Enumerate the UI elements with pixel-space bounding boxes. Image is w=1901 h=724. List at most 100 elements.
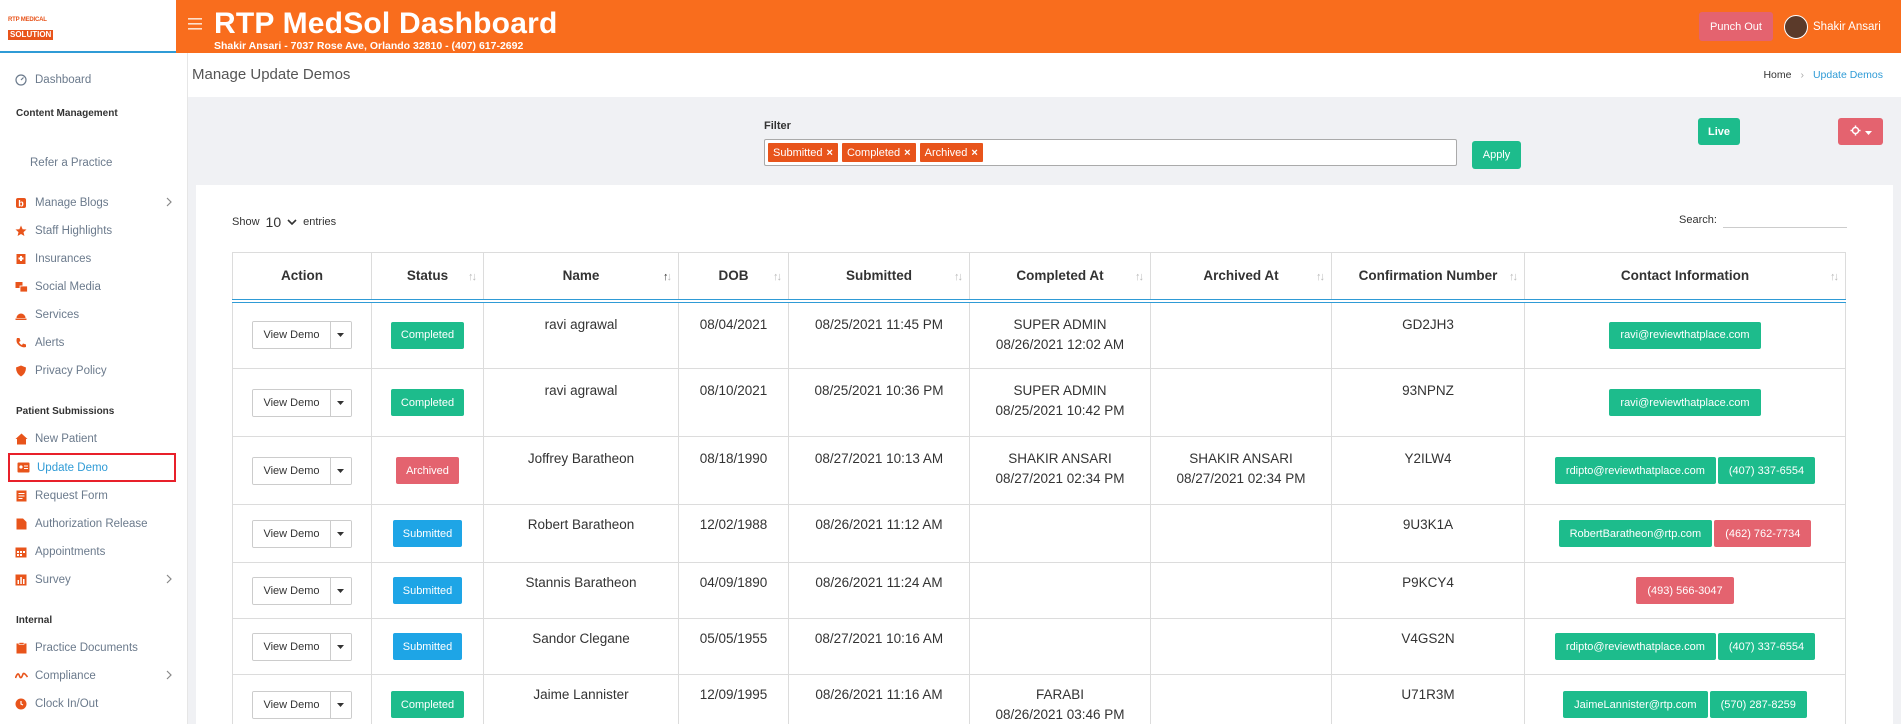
sidebar-item-manage-blogs[interactable]: b Manage Blogs: [0, 189, 187, 217]
email-button[interactable]: ravi@reviewthatplace.com: [1609, 389, 1761, 416]
sidebar-item-alerts[interactable]: Alerts: [0, 329, 187, 357]
phone-button[interactable]: (462) 762-7734: [1714, 520, 1812, 547]
sidebar-item-request-form[interactable]: Request Form: [0, 482, 187, 510]
sidebar-item-clock[interactable]: Clock In/Out: [0, 690, 187, 718]
confirmation-cell: U71R3M: [1331, 674, 1525, 724]
hamburger-menu-icon[interactable]: [188, 17, 202, 35]
remove-icon[interactable]: ×: [971, 147, 977, 159]
sort-icon: ↑↓: [773, 271, 782, 283]
sidebar-item-label: Practice Documents: [35, 642, 138, 654]
email-button[interactable]: RobertBaratheon@rtp.com: [1558, 520, 1713, 547]
dob-cell: 08/10/2021: [678, 368, 789, 437]
sidebar-item-refer[interactable]: Refer a Practice: [0, 149, 187, 177]
speedometer-icon: [14, 73, 28, 87]
caret-down-icon[interactable]: [330, 322, 351, 349]
caret-down-icon[interactable]: [330, 577, 351, 604]
filter-tag-submitted[interactable]: Submitted ×: [768, 143, 838, 162]
breadcrumb-home[interactable]: Home: [1763, 69, 1791, 81]
filter-tag-archived[interactable]: Archived ×: [919, 143, 983, 162]
sidebar-item-privacy-policy[interactable]: Privacy Policy: [0, 357, 187, 385]
star-icon: [14, 224, 28, 238]
sidebar-item-practice-documents[interactable]: Practice Documents: [0, 634, 187, 662]
logo-area: RTP MEDICAL SOLUTION: [0, 0, 187, 53]
caret-down-icon[interactable]: [330, 389, 351, 416]
view-demo-button[interactable]: View Demo: [252, 321, 352, 350]
completed-time: 08/27/2021 02:34 PM: [995, 471, 1125, 486]
settings-dropdown-button[interactable]: [1838, 118, 1883, 145]
filter-multiselect[interactable]: Submitted × Completed × Archived ×: [764, 139, 1457, 166]
sidebar-item-label: Update Demo: [37, 461, 108, 474]
sidebar-item-insurances[interactable]: Insurances: [0, 245, 187, 273]
logo-line2: SOLUTION: [8, 29, 54, 40]
remove-icon[interactable]: ×: [827, 147, 833, 159]
contact-cell: rdipto@reviewthatplace.com (407) 337-6554: [1524, 436, 1846, 505]
sidebar-item-label: Survey: [35, 574, 71, 586]
column-header-confirmation[interactable]: Confirmation Number ↑↓: [1331, 252, 1525, 303]
phone-button[interactable]: (493) 566-3047: [1636, 577, 1734, 604]
email-button[interactable]: ravi@reviewthatplace.com: [1609, 321, 1761, 349]
home-icon: [14, 432, 28, 446]
filter-tag-completed[interactable]: Completed ×: [841, 143, 916, 162]
email-button[interactable]: JaimeLannister@rtp.com: [1563, 691, 1708, 718]
table-row: View Demo Submitted Stannis Baratheon 04/09…: [232, 562, 1846, 619]
name-cell: Stannis Baratheon: [483, 562, 679, 619]
caret-down-icon[interactable]: [330, 691, 351, 718]
view-demo-button[interactable]: View Demo: [252, 690, 352, 719]
column-header-contact[interactable]: Contact Information ↑↓: [1524, 252, 1846, 303]
clock-icon: [14, 697, 28, 711]
sort-icon: ↑↓: [1316, 271, 1325, 283]
action-cell: View Demo: [232, 436, 372, 505]
status-badge: Completed: [390, 389, 465, 416]
remove-icon[interactable]: ×: [904, 147, 910, 159]
column-header-submitted[interactable]: Submitted ↑↓: [788, 252, 970, 303]
view-demo-label: View Demo: [253, 322, 331, 349]
caret-down-icon[interactable]: [330, 520, 351, 547]
view-demo-button[interactable]: View Demo: [252, 456, 352, 485]
sidebar-item-staff-highlights[interactable]: Staff Highlights: [0, 217, 187, 245]
action-cell: View Demo: [232, 618, 372, 675]
email-button[interactable]: rdipto@reviewthatplace.com: [1554, 633, 1716, 660]
live-button[interactable]: Live: [1698, 118, 1740, 145]
shield-icon: [14, 364, 28, 378]
logo[interactable]: RTP MEDICAL SOLUTION: [8, 17, 64, 40]
status-badge: Completed: [390, 321, 465, 349]
entries-select[interactable]: 10: [266, 214, 298, 230]
confirmation-cell: 9U3K1A: [1331, 504, 1525, 563]
column-header-completed-at[interactable]: Completed At ↑↓: [969, 252, 1151, 303]
column-header-status[interactable]: Status ↑↓: [371, 252, 484, 303]
sidebar-item-compliance[interactable]: Compliance: [0, 662, 187, 690]
breadcrumb: Home › Update Demos: [1763, 69, 1883, 81]
sidebar-item-services[interactable]: Services: [0, 301, 187, 329]
view-demo-button[interactable]: View Demo: [252, 519, 352, 548]
sidebar-item-new-patient[interactable]: New Patient: [0, 425, 187, 453]
sidebar-item-authorization-release[interactable]: Authorization Release: [0, 510, 187, 538]
caret-down-icon[interactable]: [330, 633, 351, 660]
sidebar-item-label: Social Media: [35, 281, 101, 293]
punch-out-button[interactable]: Punch Out: [1699, 12, 1773, 41]
sidebar-item-survey[interactable]: Survey: [0, 566, 187, 594]
demos-table: Action Status ↑↓ Name ↑↓ DOB ↑↓ Submitted ↑↓…: [232, 252, 1846, 724]
apply-button[interactable]: Apply: [1472, 141, 1521, 169]
completed-by: SUPER ADMIN: [1013, 316, 1107, 332]
view-demo-button[interactable]: View Demo: [252, 388, 352, 417]
phone-button[interactable]: (570) 287-8259: [1709, 691, 1807, 718]
view-demo-button[interactable]: View Demo: [252, 576, 352, 605]
sidebar-item-dashboard[interactable]: Dashboard: [0, 61, 187, 99]
sidebar-item-update-demo[interactable]: Update Demo: [8, 453, 176, 482]
sidebar-item-social-media[interactable]: Social Media: [0, 273, 187, 301]
archived-at-cell: [1150, 300, 1332, 369]
phone-button[interactable]: (407) 337-6554: [1717, 633, 1816, 660]
phone-button[interactable]: (407) 337-6554: [1717, 457, 1816, 484]
search-input[interactable]: [1722, 212, 1847, 228]
column-header-name[interactable]: Name ↑↓: [483, 252, 679, 303]
submitted-cell: 08/27/2021 10:13 AM: [788, 436, 970, 505]
sidebar-item-appointments[interactable]: Appointments: [0, 538, 187, 566]
caret-down-icon[interactable]: [330, 457, 351, 484]
name-cell: Sandor Clegane: [483, 618, 679, 675]
user-menu[interactable]: Shakir Ansari: [1784, 15, 1881, 39]
column-header-archived-at[interactable]: Archived At ↑↓: [1150, 252, 1332, 303]
section-internal: Internal: [16, 614, 53, 626]
column-header-dob[interactable]: DOB ↑↓: [678, 252, 789, 303]
email-button[interactable]: rdipto@reviewthatplace.com: [1554, 457, 1716, 484]
view-demo-button[interactable]: View Demo: [252, 632, 352, 661]
